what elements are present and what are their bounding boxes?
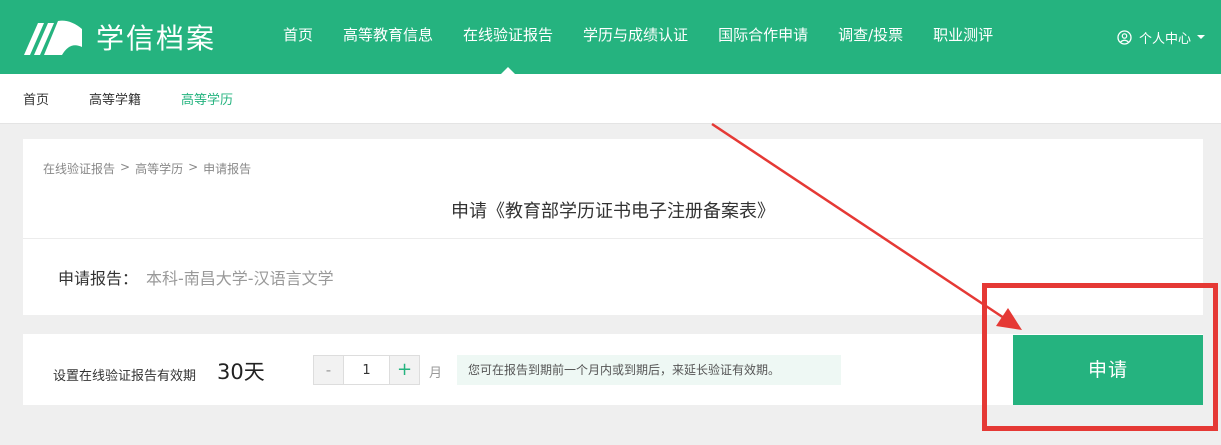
nav-item-higher-education-info[interactable]: 高等教育信息 <box>328 0 448 74</box>
validity-days: 30天 <box>217 360 265 384</box>
breadcrumb-item-verification-report[interactable]: 在线验证报告 <box>43 160 115 177</box>
breadcrumb-separator: > <box>188 160 199 174</box>
main-nav: 首页 高等教育信息 在线验证报告 学历与成绩认证 国际合作申请 调查/投票 职业… <box>268 0 1008 74</box>
decrement-button[interactable]: - <box>314 356 343 384</box>
report-card: 在线验证报告 > 高等学历 > 申请报告 申请《教育部学历证书电子注册备案表》 … <box>23 139 1203 315</box>
breadcrumb-item-apply-report: 申请报告 <box>203 162 252 176</box>
page-title: 申请《教育部学历证书电子注册备案表》 <box>451 201 775 222</box>
site-logo[interactable]: 学信档案 <box>22 14 216 60</box>
user-circle-icon <box>1117 29 1132 45</box>
nav-item-degree-transcript-certification[interactable]: 学历与成绩认证 <box>568 0 703 74</box>
breadcrumb: 在线验证报告 > 高等学历 > 申请报告 <box>43 160 251 177</box>
subnav-item-degree[interactable]: 高等学历 <box>181 89 233 108</box>
user-center-label: 个人中心 <box>1138 31 1191 47</box>
top-header: 学信档案 首页 高等教育信息 在线验证报告 学历与成绩认证 国际合作申请 调查/… <box>0 0 1221 74</box>
breadcrumb-separator: > <box>120 160 131 174</box>
logo-text: 学信档案 <box>96 22 217 55</box>
month-unit: 月 <box>429 366 443 381</box>
report-row: 申请报告： 本科-南昌大学-汉语言文学 <box>58 265 334 289</box>
user-center-menu[interactable]: 个人中心 <box>1117 0 1205 74</box>
months-input[interactable] <box>343 356 390 384</box>
logo-book-icon <box>24 20 82 56</box>
subnav-item-enrollment[interactable]: 高等学籍 <box>89 89 141 108</box>
divider <box>23 238 1203 239</box>
nav-item-survey-vote[interactable]: 调查/投票 <box>823 0 918 74</box>
validity-label: 设置在线验证报告有效期 <box>53 369 197 384</box>
breadcrumb-item-degree[interactable]: 高等学历 <box>135 160 183 177</box>
nav-item-international-cooperation[interactable]: 国际合作申请 <box>703 0 823 74</box>
nav-item-online-verification-report[interactable]: 在线验证报告 <box>448 0 568 74</box>
nav-item-career-assessment[interactable]: 职业测评 <box>918 0 1008 74</box>
validity-tip: 您可在报告到期前一个月内或到期后，来延长验证有效期。 <box>457 355 841 385</box>
report-label: 申请报告： <box>58 269 139 288</box>
months-stepper: - + <box>313 355 420 385</box>
apply-button[interactable]: 申请 <box>1013 335 1203 405</box>
caret-down-icon <box>1197 35 1205 39</box>
sub-nav: 首页 高等学籍 高等学历 <box>0 74 1221 124</box>
increment-button[interactable]: + <box>390 356 419 384</box>
subnav-item-home[interactable]: 首页 <box>23 89 49 108</box>
report-value: 本科-南昌大学-汉语言文学 <box>146 269 334 288</box>
nav-item-home[interactable]: 首页 <box>268 0 328 74</box>
